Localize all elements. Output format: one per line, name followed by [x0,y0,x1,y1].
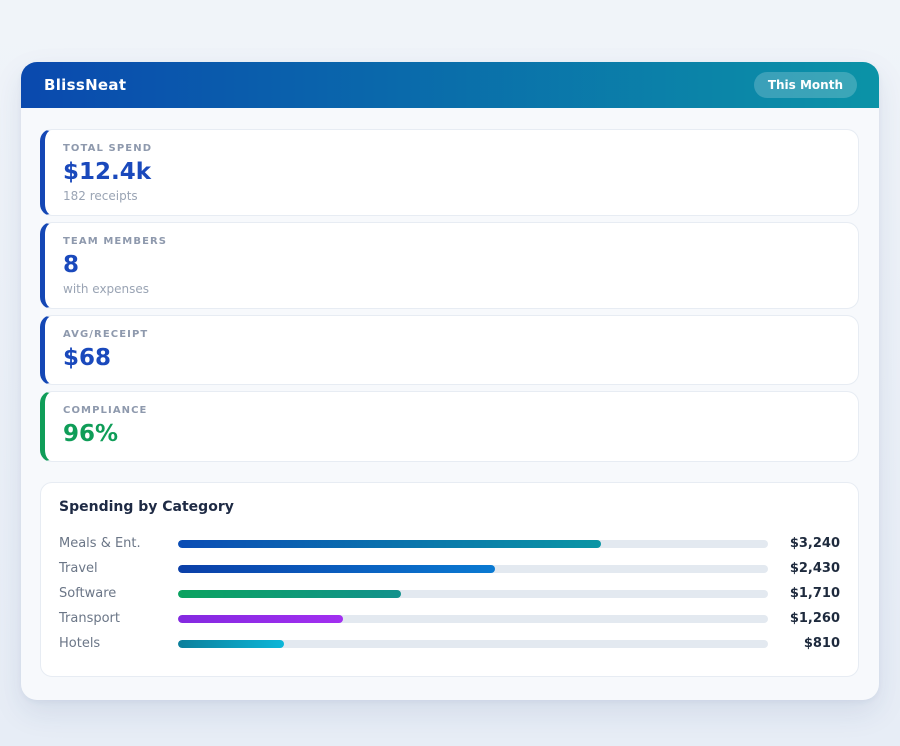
category-bar-track [178,540,768,548]
category-row: Meals & Ent. $3,240 [59,531,840,556]
category-bar-fill [178,540,601,548]
category-label: Meals & Ent. [59,536,178,551]
category-value: $3,240 [768,536,840,551]
stat-value: 96% [63,420,840,449]
dashboard-content: TOTAL SPEND $12.4k 182 receipts TEAM MEM… [21,108,879,700]
category-value: $810 [768,636,840,651]
stat-label: TEAM MEMBERS [63,236,840,247]
category-label: Transport [59,611,178,626]
stat-label: COMPLIANCE [63,405,840,416]
app-title: BlissNeat [44,76,126,94]
category-row: Hotels $810 [59,631,840,656]
chart-card: Spending by Category Meals & Ent. $3,240… [40,482,859,677]
category-value: $2,430 [768,561,840,576]
category-row: Transport $1,260 [59,606,840,631]
stat-card: AVG/RECEIPT $68 [40,315,859,386]
category-value: $1,260 [768,611,840,626]
category-label: Hotels [59,636,178,651]
category-bar-fill [178,565,495,573]
category-label: Software [59,586,178,601]
stat-value: 8 [63,251,840,280]
category-bar-track [178,590,768,598]
stat-sub: 182 receipts [63,189,840,203]
category-row: Travel $2,430 [59,556,840,581]
category-bar-track [178,565,768,573]
stat-label: AVG/RECEIPT [63,329,840,340]
category-bar-track [178,615,768,623]
stat-card: TEAM MEMBERS 8 with expenses [40,222,859,309]
category-row: Software $1,710 [59,581,840,606]
stat-sub: with expenses [63,282,840,296]
stat-card: TOTAL SPEND $12.4k 182 receipts [40,129,859,216]
category-value: $1,710 [768,586,840,601]
stat-value: $12.4k [63,158,840,187]
app-header: BlissNeat This Month [21,62,879,108]
period-badge[interactable]: This Month [754,72,857,98]
stat-label: TOTAL SPEND [63,143,840,154]
category-bar-track [178,640,768,648]
stats-list: TOTAL SPEND $12.4k 182 receipts TEAM MEM… [40,129,859,462]
category-bar-fill [178,615,343,623]
stat-value: $68 [63,344,840,373]
category-bar-fill [178,640,284,648]
category-rows: Meals & Ent. $3,240 Travel $2,430 Softwa… [59,531,840,656]
chart-title: Spending by Category [59,499,840,515]
stat-card: COMPLIANCE 96% [40,391,859,462]
category-bar-fill [178,590,401,598]
app-card: BlissNeat This Month TOTAL SPEND $12.4k … [21,62,879,700]
category-label: Travel [59,561,178,576]
